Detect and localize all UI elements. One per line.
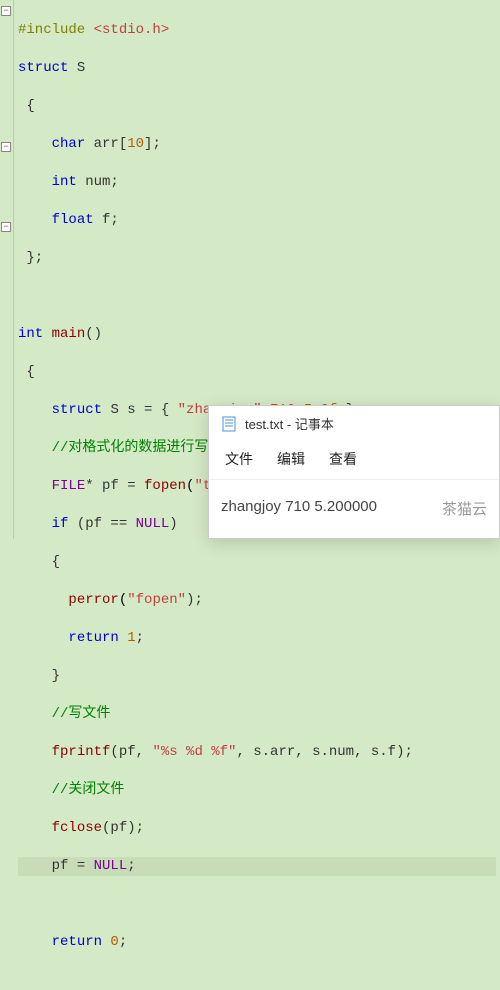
brace: { bbox=[26, 98, 34, 114]
struct-name: S bbox=[77, 60, 85, 76]
brace: } bbox=[52, 668, 60, 684]
brace: { bbox=[52, 554, 60, 570]
header: <stdio.h> bbox=[94, 22, 170, 38]
keyword-struct: struct bbox=[52, 402, 102, 418]
paren: () bbox=[85, 326, 102, 342]
brace: { bbox=[26, 364, 34, 380]
comment: //关闭文件 bbox=[52, 782, 125, 798]
fold-marker[interactable]: − bbox=[1, 6, 11, 16]
notepad-content[interactable]: zhangjoy 710 5.200000 茶猫云 bbox=[209, 480, 499, 537]
string: "%s %d %f" bbox=[152, 744, 236, 760]
fold-marker[interactable]: − bbox=[1, 142, 11, 152]
func-main: main bbox=[52, 326, 86, 342]
notepad-icon bbox=[221, 416, 237, 432]
keyword-return: return bbox=[68, 630, 118, 646]
decl: num; bbox=[77, 174, 119, 190]
notepad-title: test.txt - 记事本 bbox=[245, 414, 334, 433]
number: 1 bbox=[119, 630, 136, 646]
func-fprintf: fprintf bbox=[52, 744, 111, 760]
number: 0 bbox=[102, 934, 119, 950]
fold-marker[interactable]: − bbox=[1, 222, 11, 232]
decl: arr[ bbox=[85, 136, 127, 152]
decl: s = { bbox=[119, 402, 178, 418]
null: NULL bbox=[136, 516, 170, 532]
preproc: #include bbox=[18, 22, 85, 38]
fold-gutter: − − − bbox=[0, 0, 14, 539]
menu-file[interactable]: 文件 bbox=[225, 449, 253, 469]
number: 10 bbox=[127, 136, 144, 152]
keyword-float: float bbox=[52, 212, 94, 228]
func-fopen: fopen bbox=[144, 478, 186, 494]
func-fclose: fclose bbox=[52, 820, 102, 836]
notepad-titlebar[interactable]: test.txt - 记事本 bbox=[209, 406, 499, 441]
type-file: FILE bbox=[52, 478, 86, 494]
decl: ]; bbox=[144, 136, 161, 152]
keyword-int: int bbox=[18, 326, 43, 342]
decl: f; bbox=[94, 212, 119, 228]
keyword-struct: struct bbox=[18, 60, 68, 76]
notepad-window[interactable]: test.txt - 记事本 文件 编辑 查看 zhangjoy 710 5.2… bbox=[208, 405, 500, 539]
keyword-return: return bbox=[52, 934, 102, 950]
keyword-int: int bbox=[52, 174, 77, 190]
struct-name: S bbox=[110, 402, 118, 418]
func-perror: perror bbox=[68, 592, 118, 608]
string: "fopen" bbox=[127, 592, 186, 608]
notepad-menubar: 文件 编辑 查看 bbox=[209, 441, 499, 480]
menu-edit[interactable]: 编辑 bbox=[277, 449, 305, 469]
keyword-if: if bbox=[52, 516, 69, 532]
comment: //写文件 bbox=[52, 706, 111, 722]
file-content: zhangjoy 710 5.200000 bbox=[221, 498, 377, 519]
assign: pf = bbox=[52, 858, 94, 874]
watermark: 茶猫云 bbox=[442, 498, 487, 519]
keyword-char: char bbox=[52, 136, 86, 152]
null: NULL bbox=[94, 858, 128, 874]
menu-view[interactable]: 查看 bbox=[329, 449, 357, 469]
brace: }; bbox=[26, 250, 43, 266]
